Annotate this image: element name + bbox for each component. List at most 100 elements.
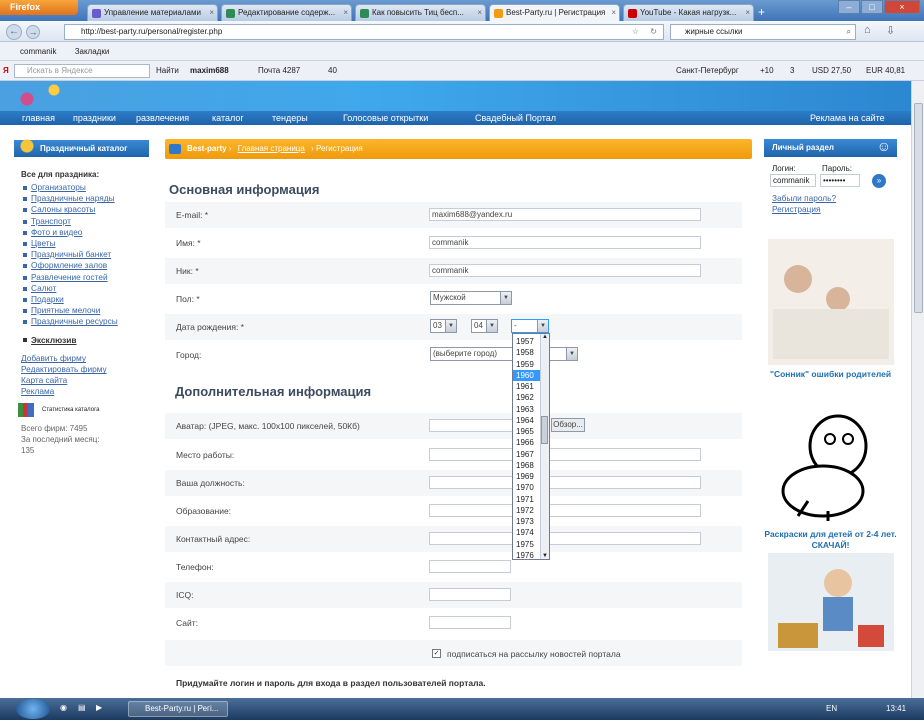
star-icon[interactable]: ☆ bbox=[632, 25, 639, 39]
forgot-password-link[interactable]: Забыли пароль? bbox=[772, 193, 897, 204]
add-firm-link[interactable]: Добавить фирму bbox=[14, 353, 149, 364]
close-tab-icon[interactable]: × bbox=[209, 5, 214, 21]
advertising-link[interactable]: Реклама bbox=[14, 386, 149, 397]
position-field[interactable] bbox=[429, 476, 701, 489]
year-option[interactable]: 1960 bbox=[513, 369, 541, 381]
maximize-button[interactable]: □ bbox=[861, 0, 883, 14]
menu-wedding-portal[interactable]: Свадебный Портал bbox=[475, 111, 556, 125]
login-submit-button[interactable]: » bbox=[872, 174, 886, 188]
reload-icon[interactable]: ↻ bbox=[650, 25, 657, 39]
year-option[interactable]: 1974 bbox=[513, 527, 541, 538]
bookmark-commanik[interactable]: commanik bbox=[20, 47, 56, 56]
quicklaunch-firefox-icon[interactable]: ◉ bbox=[60, 703, 67, 712]
phone-field[interactable] bbox=[429, 560, 511, 573]
year-option[interactable]: 1970 bbox=[513, 482, 541, 493]
year-option[interactable]: 1973 bbox=[513, 516, 541, 527]
dropdown-scroll-thumb[interactable] bbox=[541, 416, 548, 444]
dropdown-scrollbar[interactable]: ▲ ▼ bbox=[540, 334, 549, 559]
browse-button[interactable]: Обзор... bbox=[551, 418, 585, 432]
page-scroll-thumb[interactable] bbox=[914, 103, 923, 313]
yandex-traffic[interactable]: 3 bbox=[790, 61, 794, 81]
subscribe-checkbox[interactable]: ✓ bbox=[432, 649, 441, 658]
forward-button[interactable]: → bbox=[26, 25, 40, 39]
city-select[interactable]: (выберите город) ▼ bbox=[430, 347, 578, 361]
yandex-count[interactable]: 40 bbox=[328, 61, 337, 81]
education-field[interactable] bbox=[429, 504, 701, 517]
quicklaunch-media-icon[interactable]: ▶ bbox=[96, 703, 102, 712]
year-option[interactable]: 1975 bbox=[513, 539, 541, 550]
year-option[interactable]: 1967 bbox=[513, 449, 541, 460]
firefox-menu-button[interactable]: Firefox bbox=[0, 0, 78, 15]
menu-entertainment[interactable]: развлечения bbox=[136, 111, 189, 125]
search-box[interactable]: жирные ссылки ⌕ bbox=[670, 24, 856, 40]
close-tab-icon[interactable]: × bbox=[477, 5, 482, 21]
yandex-usd[interactable]: USD 27,50 bbox=[812, 61, 851, 81]
yandex-search-input[interactable]: Искать в Яндексе bbox=[14, 64, 150, 78]
year-option[interactable]: 1957 bbox=[513, 336, 541, 347]
gender-select[interactable]: Мужской ▼ bbox=[430, 291, 512, 305]
site-field[interactable] bbox=[429, 616, 511, 629]
catalog-link[interactable]: Праздничные наряды bbox=[21, 193, 149, 204]
catalog-link[interactable]: Организаторы bbox=[21, 182, 149, 193]
tab-best-party[interactable]: Best-Party.ru | Регистрация × bbox=[489, 4, 620, 21]
nick-field[interactable]: commanik bbox=[429, 264, 701, 277]
year-option[interactable]: 1961 bbox=[513, 381, 541, 392]
menu-tenders[interactable]: тендеры bbox=[272, 111, 308, 125]
exclusive-link[interactable]: Эксклюзив bbox=[21, 335, 149, 345]
register-link[interactable]: Регистрация bbox=[772, 204, 897, 215]
catalog-link[interactable]: Праздничный банкет bbox=[21, 249, 149, 260]
year-option[interactable]: 1972 bbox=[513, 505, 541, 516]
catalog-link[interactable]: Транспорт bbox=[21, 216, 149, 227]
sitemap-link[interactable]: Карта сайта bbox=[14, 375, 149, 386]
catalog-link[interactable]: Приятные мелочи bbox=[21, 305, 149, 316]
catalog-link[interactable]: Цветы bbox=[21, 238, 149, 249]
close-window-button[interactable]: × bbox=[884, 0, 920, 14]
dream-ad-image[interactable] bbox=[768, 239, 894, 365]
taskbar-firefox-window[interactable]: Best-Party.ru | Регі... bbox=[128, 701, 228, 717]
dream-ad-caption[interactable]: "Сонник" ошибки родителей bbox=[764, 369, 897, 380]
address-bar[interactable]: http://best-party.ru/personal/register.p… bbox=[64, 24, 664, 40]
menu-catalog[interactable]: каталог bbox=[212, 111, 244, 125]
work-field[interactable] bbox=[429, 448, 701, 461]
birth-year-select[interactable]: - ▼ bbox=[511, 319, 549, 333]
yandex-eur[interactable]: EUR 40,81 bbox=[866, 61, 905, 81]
catalog-link[interactable]: Развлечение гостей bbox=[21, 272, 149, 283]
download-icon[interactable]: ⇩ bbox=[886, 24, 895, 37]
icq-field[interactable] bbox=[429, 588, 511, 601]
year-option[interactable]: 1976 bbox=[513, 550, 541, 561]
coloring-ad-image[interactable] bbox=[768, 401, 894, 521]
menu-advertising[interactable]: Реклама на сайте bbox=[810, 111, 885, 125]
menu-home[interactable]: главная bbox=[22, 111, 55, 125]
catalog-link[interactable]: Праздничные ресурсы bbox=[21, 316, 149, 327]
bookmarks-menu[interactable]: Закладки bbox=[75, 47, 110, 56]
tab-youtube[interactable]: YouTube - Какая нагрузк... × bbox=[623, 4, 754, 21]
password-field[interactable]: •••••••• bbox=[820, 174, 860, 187]
birth-month-select[interactable]: 04 ▼ bbox=[471, 319, 498, 333]
child-ad-image[interactable] bbox=[768, 553, 894, 651]
close-tab-icon[interactable]: × bbox=[343, 5, 348, 21]
menu-holidays[interactable]: праздники bbox=[73, 111, 116, 125]
close-tab-icon[interactable]: × bbox=[745, 5, 750, 21]
name-field[interactable]: commanik bbox=[429, 236, 701, 249]
home-icon[interactable]: ⌂ bbox=[864, 24, 871, 36]
email-field[interactable]: maxim688@yandex.ru bbox=[429, 208, 701, 221]
birth-day-select[interactable]: 03 ▼ bbox=[430, 319, 457, 333]
quicklaunch-folder-icon[interactable]: ▤ bbox=[78, 703, 86, 712]
start-button[interactable] bbox=[16, 699, 50, 719]
edit-firm-link[interactable]: Редактировать фирму bbox=[14, 364, 149, 375]
catalog-stat-badge[interactable]: Статистика каталога bbox=[14, 403, 149, 418]
back-button[interactable]: ← bbox=[6, 24, 22, 40]
year-option[interactable]: 1959 bbox=[513, 359, 541, 370]
scroll-up-icon[interactable]: ▲ bbox=[542, 334, 548, 340]
catalog-link[interactable]: Подарки bbox=[21, 294, 149, 305]
yandex-weather[interactable]: +10 bbox=[760, 61, 774, 81]
tab-materials[interactable]: Управление материалами × bbox=[87, 4, 218, 21]
year-option[interactable]: 1963 bbox=[513, 404, 541, 415]
yandex-city[interactable]: Санкт-Петербург bbox=[676, 61, 739, 81]
catalog-link[interactable]: Оформление залов bbox=[21, 260, 149, 271]
language-indicator[interactable]: EN bbox=[826, 704, 837, 713]
year-option[interactable]: 1969 bbox=[513, 471, 541, 482]
scroll-down-icon[interactable]: ▼ bbox=[542, 553, 548, 559]
new-tab-button[interactable]: + bbox=[758, 3, 765, 21]
year-option[interactable]: 1966 bbox=[513, 437, 541, 448]
